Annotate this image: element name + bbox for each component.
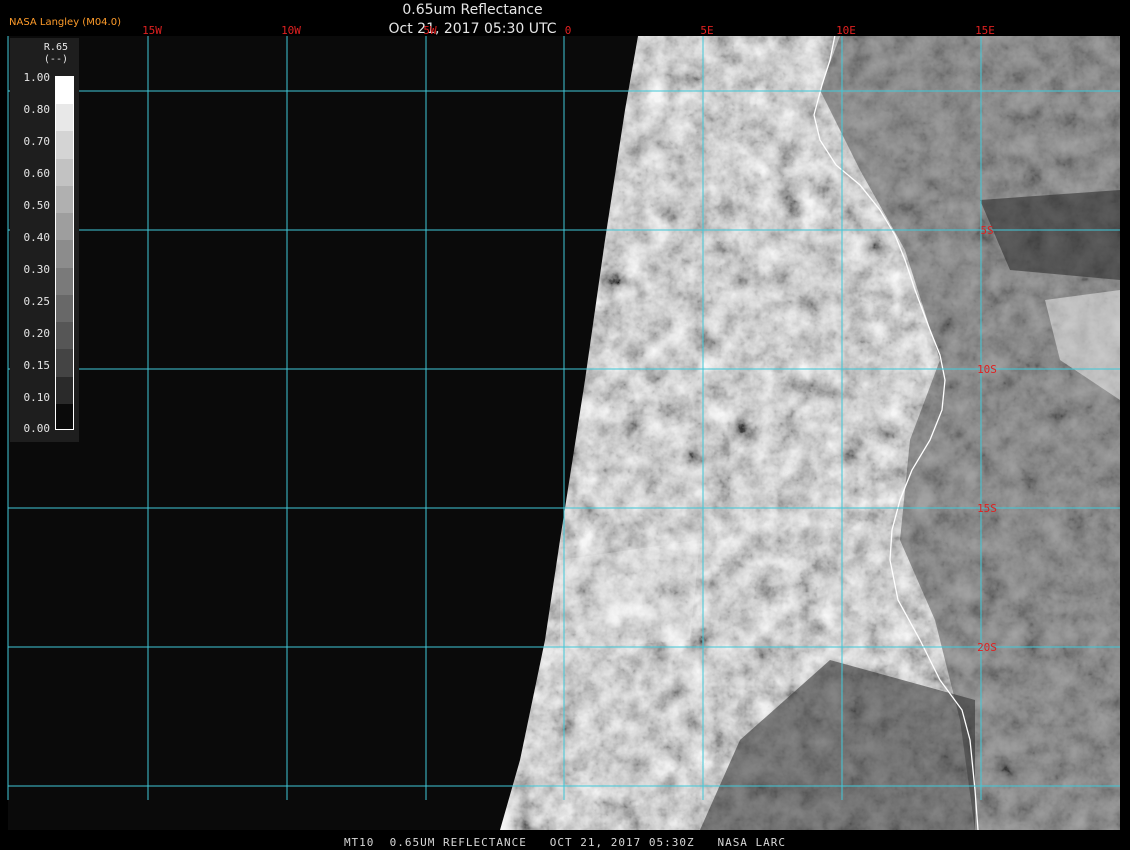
legend-colorbar: [55, 76, 74, 430]
longitude-label: 5W: [423, 24, 437, 37]
legend-tick-label: 1.00: [23, 71, 51, 84]
legend-color-band: [56, 240, 73, 269]
legend-color-band: [56, 322, 73, 350]
legend-color-band: [56, 104, 73, 132]
color-legend: R.65 (--) 1.00 0.80 0.70 0.60 0.50 0.40 0.30 0.…: [10, 38, 79, 442]
longitude-label: 15W: [142, 24, 162, 37]
legend-tick-label: 0.25: [23, 295, 51, 308]
longitude-label: 0: [565, 24, 572, 37]
legend-tick-label: 0.50: [23, 199, 51, 212]
legend-color-band: [56, 403, 73, 429]
latitude-label: 15S: [977, 502, 997, 515]
longitude-label: 5E: [700, 24, 713, 37]
latitude-label: 5S: [980, 224, 993, 237]
legend-tick-label: 0.80: [23, 103, 51, 116]
legend-tick-label: 0.60: [23, 167, 51, 180]
brand-label: NASA Langley (M04.0): [9, 17, 121, 28]
legend-tick-label: 0.40: [23, 231, 51, 244]
longitude-label: 10E: [836, 24, 856, 37]
latitude-label: 20S: [977, 641, 997, 654]
legend-tick-label: 0.30: [23, 263, 51, 276]
footer-caption: MT10 0.65UM REFLECTANCE OCT 21, 2017 05:…: [343, 836, 787, 849]
longitude-label: 10W: [281, 24, 301, 37]
legend-color-band: [56, 349, 73, 378]
legend-tick-label: 0.70: [23, 135, 51, 148]
legend-color-band: [56, 131, 73, 160]
legend-unit: (--): [43, 54, 68, 65]
legend-color-band: [56, 213, 73, 241]
legend-color-band: [56, 77, 73, 105]
legend-color-band: [56, 376, 73, 405]
legend-color-band: [56, 185, 73, 214]
legend-tick-label: 0.10: [23, 391, 51, 404]
longitude-labels: 15W 10W 5W 0 5E 10E 15E: [142, 24, 995, 37]
latitude-label: 10S: [977, 363, 997, 376]
legend-tick-label: 0.15: [23, 359, 51, 372]
satellite-viewer: { "header": { "title": "0.65um Reflectan…: [0, 0, 1130, 850]
legend-color-band: [56, 294, 73, 323]
reflectance-map: 15W 10W 5W 0 5E 10E 15E 5S 10S 15S 20S: [7, 24, 1120, 830]
legend-channel-code: R.65: [43, 42, 68, 53]
legend-color-band: [56, 158, 73, 187]
legend-tick-label: 0.20: [23, 327, 51, 340]
longitude-label: 15E: [975, 24, 995, 37]
legend-tick-label: 0.00: [23, 422, 51, 435]
legend-color-band: [56, 267, 73, 296]
